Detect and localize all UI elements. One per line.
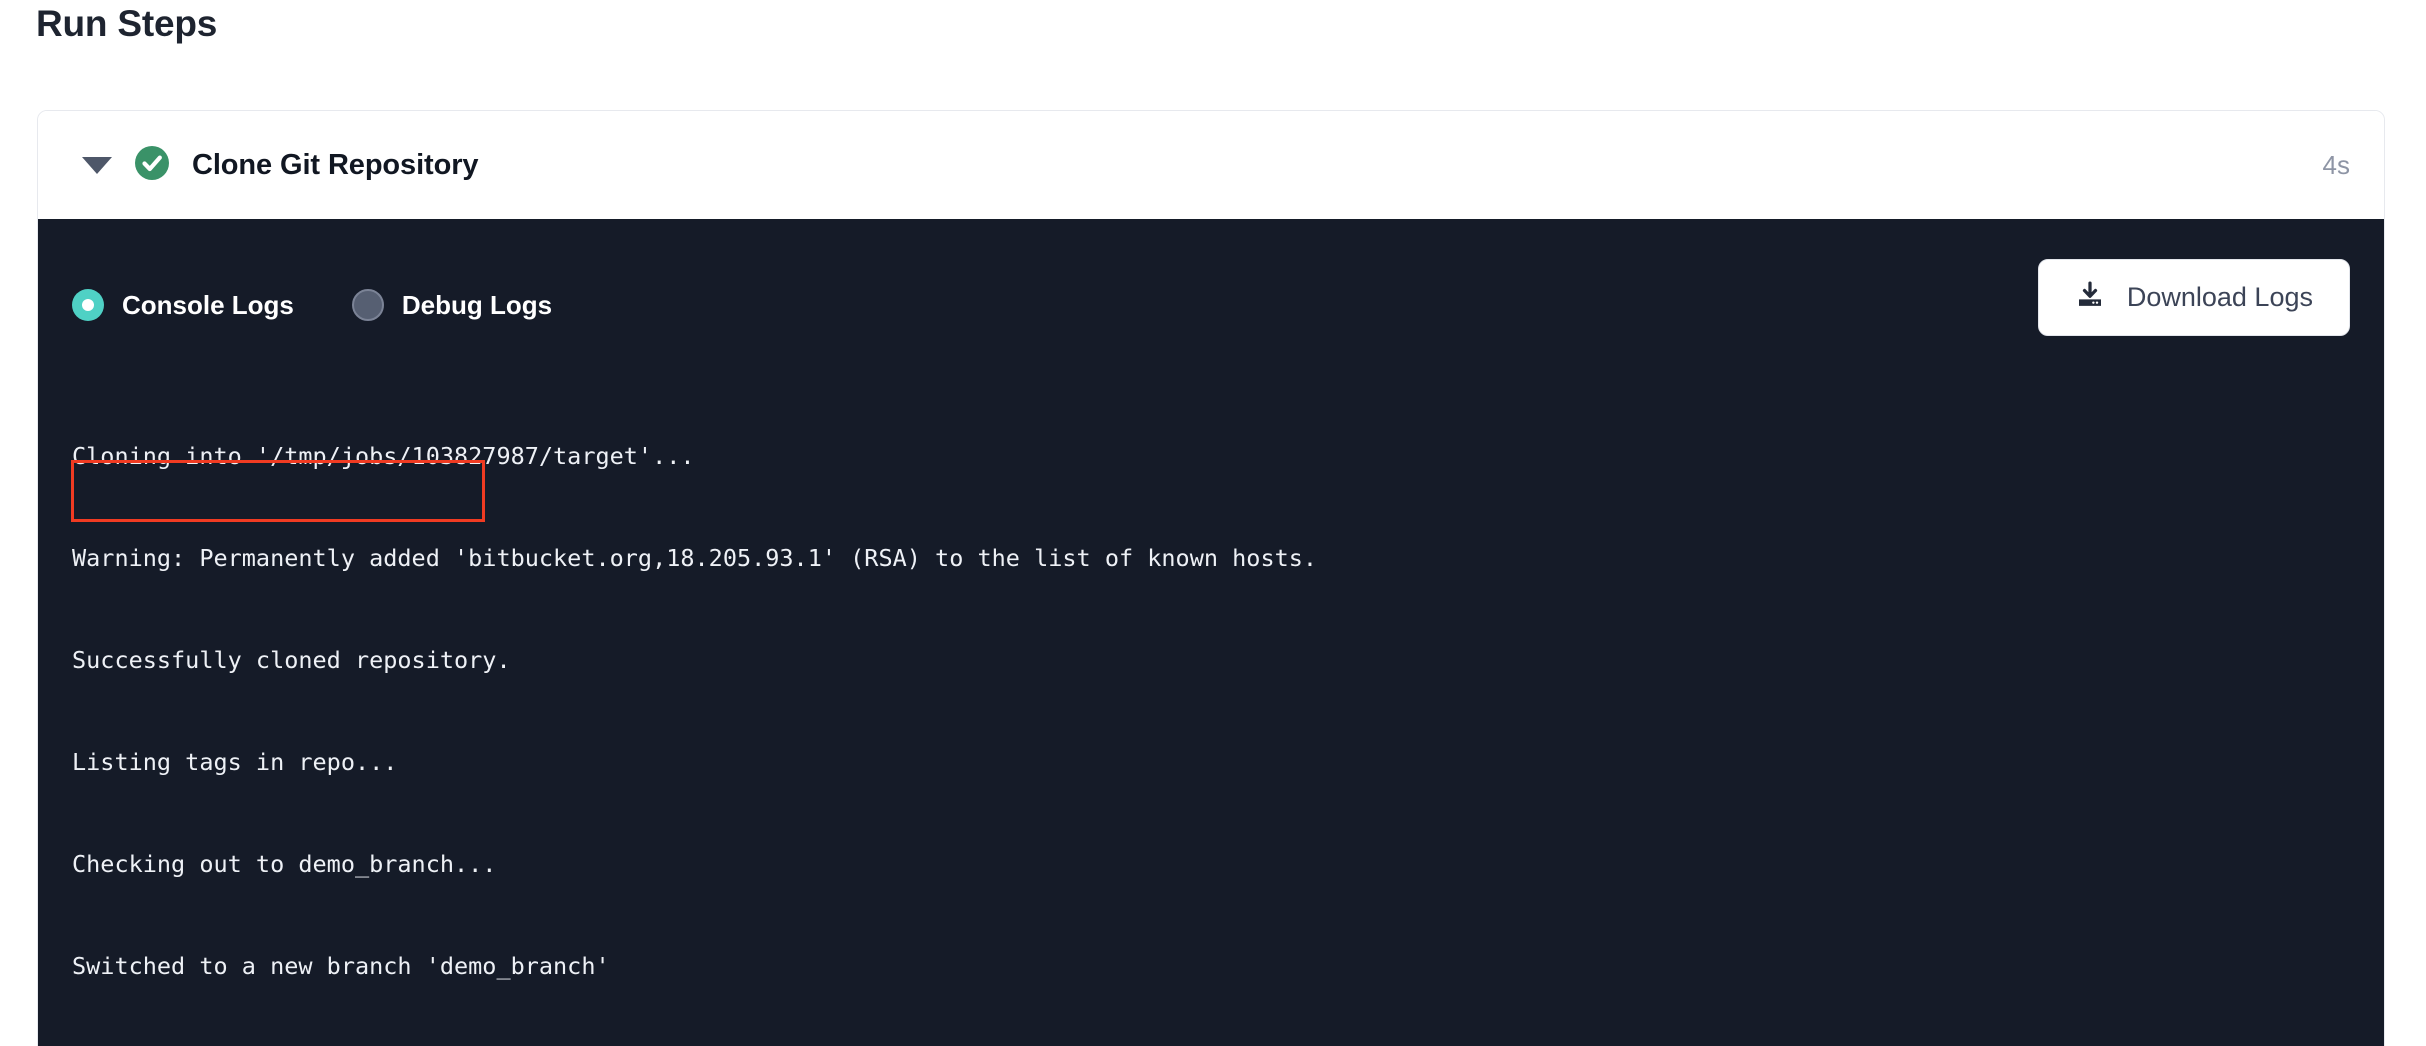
log-line: Successfully cloned repository.	[72, 646, 511, 674]
step-duration: 4s	[2322, 149, 2350, 180]
log-type-radio-group: Console Logs Debug Logs	[72, 289, 610, 321]
download-icon	[2075, 280, 2105, 315]
radio-unselected-icon[interactable]	[351, 289, 384, 321]
log-panel-clone-git-repository: Console Logs Debug Logs Download Logs Cl…	[38, 219, 2384, 1046]
radio-label-console-logs: Console Logs	[122, 289, 294, 320]
run-steps-card: Clone Git Repository 4s Console Logs Deb…	[37, 110, 2385, 1046]
log-output-clone-git-repository[interactable]: Cloning into '/tmp/jobs/103827987/target…	[71, 371, 2350, 1046]
radio-label-debug-logs: Debug Logs	[401, 289, 553, 320]
page-title: Run Steps	[36, 3, 218, 44]
download-logs-button[interactable]: Download Logs	[2037, 259, 2350, 336]
step-header-clone-git-repository[interactable]: Clone Git Repository 4s	[38, 111, 2384, 219]
check-circle-icon	[134, 145, 170, 186]
radio-debug-logs[interactable]: Debug Logs	[351, 289, 553, 321]
log-line: Checking out to demo_branch...	[72, 850, 497, 878]
chevron-down-icon[interactable]	[82, 156, 112, 174]
run-steps-page: Run Steps Clone Git Repository 4s Consol…	[0, 0, 2426, 1046]
download-logs-label: Download Logs	[2126, 282, 2313, 312]
log-toolbar: Console Logs Debug Logs Download Logs	[72, 259, 2350, 345]
log-line: Warning: Permanently added 'bitbucket.or…	[72, 544, 1318, 572]
log-line: Cloning into '/tmp/jobs/103827987/target…	[72, 442, 695, 470]
step-title: Clone Git Repository	[192, 148, 479, 181]
log-line: Listing tags in repo...	[72, 748, 398, 776]
radio-console-logs[interactable]: Console Logs	[72, 289, 294, 321]
radio-selected-icon[interactable]	[72, 289, 104, 321]
log-line: Switched to a new branch 'demo_branch'	[72, 952, 610, 980]
